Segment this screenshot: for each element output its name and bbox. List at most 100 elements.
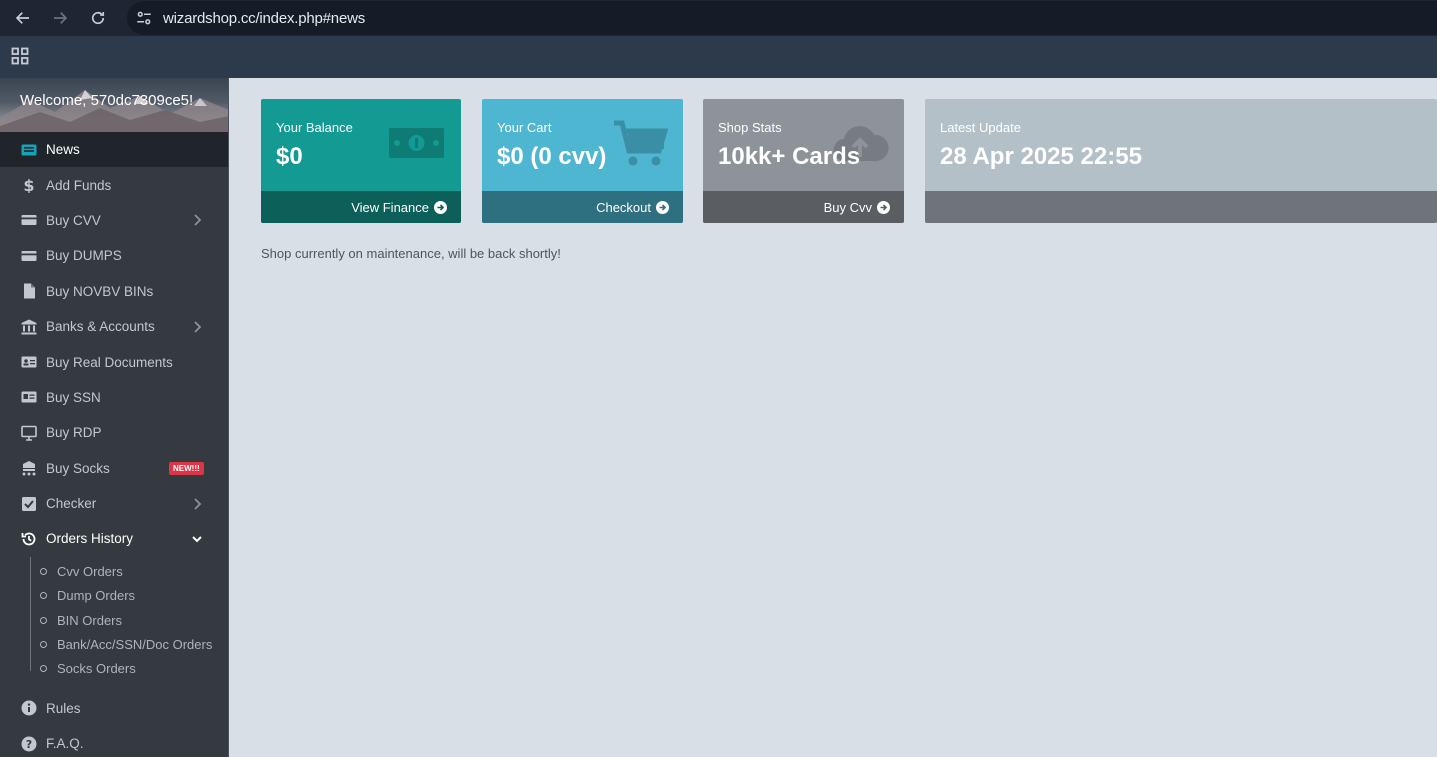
cart-value: $0 (0 cvv) [497, 143, 607, 170]
sidebar-item-banks-accounts[interactable]: Banks & Accounts [0, 309, 228, 344]
network-icon [20, 460, 37, 477]
forward-arrow-icon[interactable] [48, 6, 72, 30]
circle-icon [40, 640, 47, 648]
browser-toolbar: wizardshop.cc/index.php#news [0, 0, 1437, 36]
buy-cvv-label: Buy Cvv [823, 199, 872, 215]
main-content: Your Balance $0 View Finance Your Cart $… [230, 78, 1437, 757]
newspaper-icon [20, 141, 37, 158]
chevron-right-icon [192, 321, 202, 333]
view-finance-link[interactable]: View Finance [261, 191, 461, 223]
sidebar-item-label: Rules [46, 700, 81, 716]
svg-text:?: ? [25, 738, 31, 751]
sidebar-item-buy-dumps[interactable]: Buy DUMPS [0, 238, 228, 273]
id-card-icon [20, 354, 37, 371]
orders-history-submenu: Cvv Orders Dump Orders BIN Orders Bank/A… [0, 556, 228, 681]
credit-card-icon [20, 212, 37, 229]
submenu-item-bin-orders[interactable]: BIN Orders [0, 608, 228, 632]
sidebar-item-buy-novbv-bins[interactable]: Buy NOVBV BINs [0, 274, 228, 309]
latest-update-title: Latest Update [940, 120, 1021, 135]
sidebar-item-label: Buy NOVBV BINs [46, 283, 154, 299]
sidebar-item-orders-history[interactable]: Orders History [0, 521, 228, 556]
submenu-item-label: Socks Orders [57, 661, 136, 677]
welcome-text: Welcome, 570dc7309ce5! [20, 92, 194, 109]
latest-update-box: Latest Update 28 Apr 2025 22:55 [925, 99, 1437, 223]
latest-update-footer [925, 191, 1437, 223]
sidebar-item-add-funds[interactable]: $ Add Funds [0, 167, 228, 202]
bank-icon [20, 318, 37, 335]
balance-value: $0 [276, 143, 303, 170]
question-circle-icon: ? [20, 735, 37, 752]
checkout-link[interactable]: Checkout [482, 191, 683, 223]
sidebar-item-label: Buy SSN [46, 389, 101, 405]
submenu-item-label: Cvv Orders [57, 564, 123, 580]
welcome-banner: Welcome, 570dc7309ce5! [0, 78, 228, 132]
sidebar-item-label: Orders History [46, 531, 134, 547]
sidebar-item-label: News [46, 142, 80, 158]
bookmarks-bar [0, 36, 1437, 78]
sidebar-item-label: Add Funds [46, 177, 112, 193]
stats-box: Shop Stats 10kk+ Cards Buy Cvv [703, 99, 904, 223]
sidebar-item-faq[interactable]: ? F.A.Q. [0, 726, 228, 757]
chevron-right-icon [192, 497, 202, 510]
sidebar-item-label: Banks & Accounts [46, 319, 155, 335]
checkout-label: Checkout [596, 199, 651, 215]
submenu-item-label: Dump Orders [57, 588, 136, 604]
sidebar-item-label: Buy CVV [46, 212, 101, 228]
sidebar: Welcome, 570dc7309ce5! News $ Add Funds … [0, 78, 229, 757]
url-text: wizardshop.cc/index.php#news [163, 10, 366, 27]
check-square-icon [20, 495, 37, 512]
shopping-cart-icon [614, 120, 668, 166]
site-settings-icon[interactable] [135, 9, 153, 27]
submenu-item-label: BIN Orders [57, 612, 123, 628]
chevron-down-icon [192, 533, 202, 545]
submenu-item-socks-orders[interactable]: Socks Orders [0, 656, 228, 680]
submenu-item-dump-orders[interactable]: Dump Orders [0, 584, 228, 608]
sidebar-item-buy-rdp[interactable]: Buy RDP [0, 415, 228, 450]
arrow-circle-right-icon [877, 200, 890, 214]
file-icon [20, 283, 37, 300]
maintenance-notice: Shop currently on maintenance, will be b… [261, 246, 561, 261]
svg-text:$: $ [23, 177, 34, 193]
id-badge-icon [20, 389, 37, 406]
balance-title: Your Balance [276, 120, 353, 135]
reload-icon[interactable] [86, 6, 110, 30]
sidebar-item-buy-cvv[interactable]: Buy CVV [0, 203, 228, 238]
new-badge: NEW!!! [169, 461, 204, 475]
circle-icon [40, 592, 47, 600]
sidebar-item-news[interactable]: News [0, 132, 228, 168]
buy-cvv-link[interactable]: Buy Cvv [703, 191, 904, 223]
chevron-right-icon [192, 214, 202, 227]
arrow-circle-right-icon [434, 200, 447, 214]
arrow-circle-right-icon [656, 200, 669, 214]
submenu-item-label: Bank/Acc/SSN/Doc Orders [57, 636, 213, 652]
balance-box: Your Balance $0 View Finance [261, 99, 461, 223]
sidebar-item-label: Buy Socks [46, 460, 110, 476]
cart-box: Your Cart $0 (0 cvv) Checkout [482, 99, 683, 223]
dollar-icon: $ [20, 177, 37, 194]
sidebar-item-buy-socks[interactable]: Buy Socks NEW!!! [0, 451, 228, 486]
apps-grid-icon[interactable] [11, 47, 29, 65]
credit-card-icon [20, 247, 37, 264]
desktop-icon [20, 424, 37, 441]
submenu-item-cvv-orders[interactable]: Cvv Orders [0, 560, 228, 584]
sidebar-item-label: Buy Real Documents [46, 354, 173, 370]
view-finance-label: View Finance [351, 199, 429, 215]
latest-update-value: 28 Apr 2025 22:55 [940, 143, 1142, 170]
cart-title: Your Cart [497, 120, 552, 135]
info-circle-icon [20, 700, 37, 717]
sidebar-bottom-menu: Rules ? F.A.Q. [0, 691, 228, 757]
back-arrow-icon[interactable] [11, 6, 35, 30]
sidebar-item-buy-ssn[interactable]: Buy SSN [0, 380, 228, 415]
sidebar-item-label: Buy RDP [46, 425, 102, 441]
sidebar-menu: News $ Add Funds Buy CVV Buy DUMPS Buy N… [0, 132, 228, 557]
stats-title: Shop Stats [718, 120, 782, 135]
stats-value: 10kk+ Cards [718, 143, 861, 170]
submenu-item-bank-acc-ssn-doc-orders[interactable]: Bank/Acc/SSN/Doc Orders [0, 632, 228, 656]
sidebar-item-label: F.A.Q. [46, 736, 84, 752]
circle-icon [40, 665, 47, 673]
sidebar-item-checker[interactable]: Checker [0, 486, 228, 521]
address-bar[interactable]: wizardshop.cc/index.php#news [127, 1, 1437, 35]
circle-icon [40, 616, 47, 624]
sidebar-item-rules[interactable]: Rules [0, 691, 228, 726]
sidebar-item-buy-real-documents[interactable]: Buy Real Documents [0, 344, 228, 379]
